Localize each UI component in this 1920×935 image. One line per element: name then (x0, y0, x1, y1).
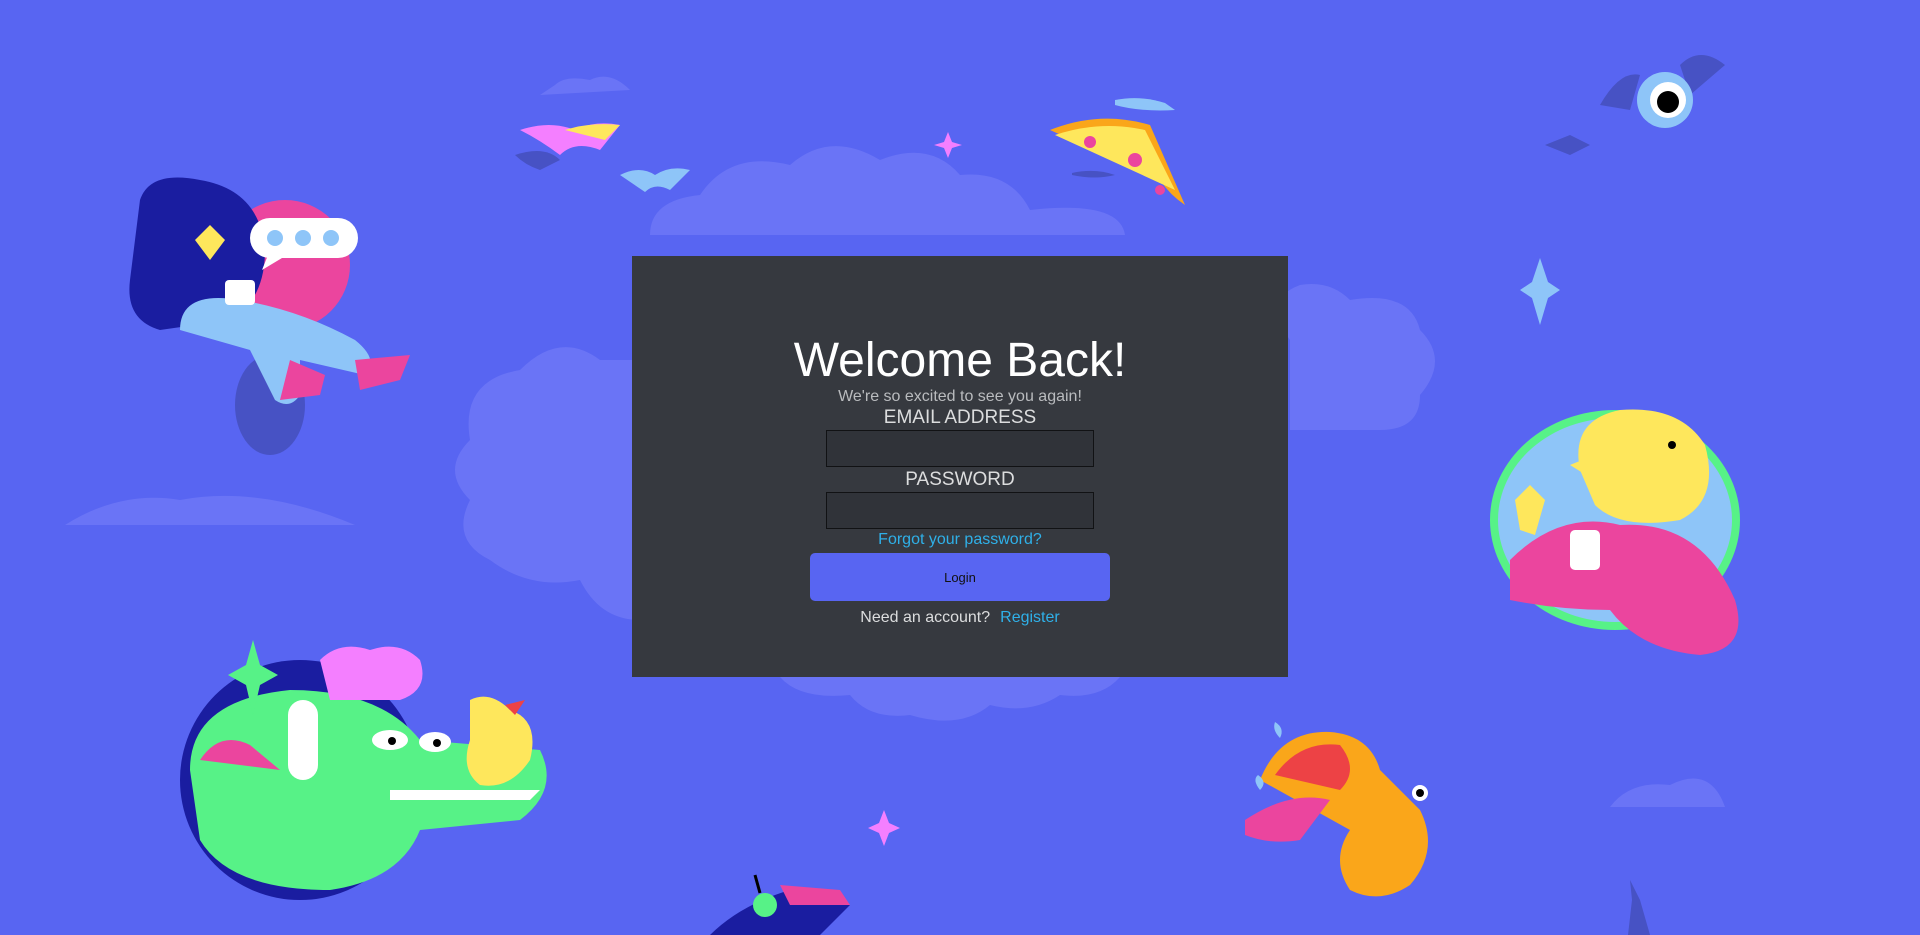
password-field[interactable] (826, 492, 1094, 529)
yellow-character-badge-illustration (1490, 409, 1740, 655)
books-bird-illustration (515, 123, 690, 192)
login-card: Welcome Back! We're so excited to see yo… (632, 256, 1288, 677)
sparkle-icon (868, 810, 900, 846)
page-subtitle: We're so excited to see you again! (838, 388, 1082, 405)
register-row: Need an account? Register (860, 609, 1059, 627)
register-link[interactable]: Register (1000, 609, 1060, 626)
sparkle-icon (1628, 880, 1650, 935)
sparkle-icon (934, 132, 962, 158)
email-label: EMAIL ADDRESS (883, 407, 1037, 428)
login-button[interactable]: Login (810, 553, 1110, 601)
green-dinosaur-duck-illustration (180, 640, 547, 900)
need-account-text: Need an account? (860, 609, 991, 626)
trumpet-tongue-illustration (1245, 722, 1428, 897)
password-label: PASSWORD (905, 469, 1015, 490)
email-field[interactable] (826, 430, 1094, 467)
pizza-slice-illustration (1050, 98, 1185, 205)
page-title: Welcome Back! (793, 334, 1127, 387)
sparkle-icon (1520, 258, 1560, 325)
girl-on-phone-illustration (129, 177, 410, 455)
bat-eye-illustration (1545, 55, 1725, 155)
forgot-password-link[interactable]: Forgot your password? (878, 531, 1042, 549)
toy-vehicle-illustration (710, 874, 850, 935)
